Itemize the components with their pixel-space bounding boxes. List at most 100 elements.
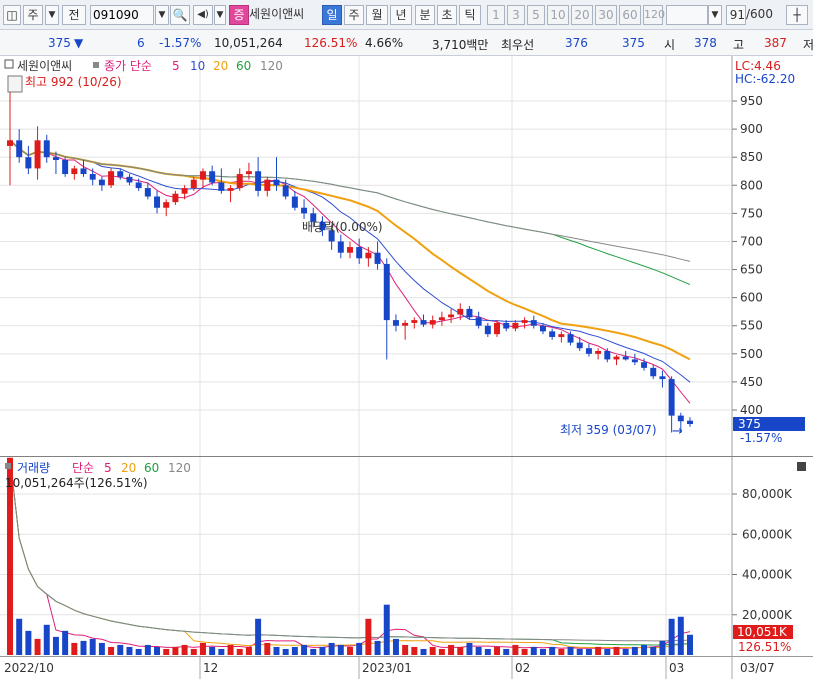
speaker-icon[interactable]: ◀) (193, 5, 213, 25)
volume-bar (52, 636, 59, 655)
candle-body (34, 140, 41, 169)
price-tick-label: 950 (740, 94, 763, 108)
interval-20[interactable]: 20 (571, 5, 593, 25)
stock-code-input[interactable] (90, 5, 154, 25)
interval-10[interactable]: 10 (547, 5, 569, 25)
search-icon[interactable]: 🔍 (170, 5, 190, 25)
dividend-event-label: 배당락(0.00%) (302, 220, 383, 234)
candle-body (154, 196, 161, 208)
x-label-02: 02 (515, 661, 530, 675)
volume-bar (365, 618, 372, 655)
volume-bar (181, 644, 188, 655)
candle-body (494, 322, 501, 335)
volume-tick-label: 60,000K (742, 527, 793, 541)
legend-ma-icon (93, 62, 99, 68)
tab-tick[interactable]: 틱 (459, 5, 481, 25)
interval-5[interactable]: 5 (527, 5, 545, 25)
volume-bar (16, 618, 23, 655)
candle-body (549, 331, 556, 337)
window-icon[interactable]: ◫ (3, 5, 21, 25)
tab-month[interactable]: 월 (366, 5, 388, 25)
volume-value: 10,051,264 (214, 36, 283, 50)
volume-bar (585, 648, 592, 655)
interval-60[interactable]: 60 (619, 5, 641, 25)
market-dropdown-icon[interactable]: ▼ (45, 5, 59, 25)
volume-bar (190, 648, 197, 655)
tab-day[interactable]: 일 (322, 5, 342, 25)
period-select[interactable]: 전 (62, 5, 86, 25)
interval-1[interactable]: 1 (487, 5, 505, 25)
volume-bar (172, 646, 179, 655)
candle-body (392, 320, 399, 326)
candle-body (199, 171, 206, 180)
interval-30[interactable]: 30 (595, 5, 617, 25)
volume-chart-panel[interactable]: 80,000K 60,000K 40,000K 20,000K 거래량 단순 5 20… (0, 456, 813, 657)
candle-body (181, 188, 188, 194)
volume-bar (402, 644, 409, 655)
interval-3[interactable]: 3 (507, 5, 525, 25)
volume-bar (466, 642, 473, 655)
volume-bar (135, 648, 142, 655)
tab-second[interactable]: 초 (437, 5, 457, 25)
stock-chart-window: ◫ 주 ▼ 전 ▼ 🔍 ◀) ▼ 증 세원이앤씨 일 주 월 년 분 초 틱 1… (0, 0, 813, 679)
calendar-icon[interactable] (7, 75, 23, 93)
volume-legend-icon (5, 463, 11, 469)
legend-ma5: 5 (172, 59, 180, 73)
volume-chart[interactable]: 80,000K 60,000K 40,000K 20,000K 거래량 단순 5 20… (0, 457, 813, 657)
stock-code-field[interactable] (91, 6, 153, 24)
candle-body (264, 179, 271, 191)
candle-body (25, 157, 32, 169)
candle-body (613, 356, 620, 360)
direction-icon: ▼ (74, 36, 84, 50)
volume-ratio: 126.51% (304, 36, 358, 50)
volume-bar (374, 640, 381, 655)
interval-120[interactable]: 120 (643, 5, 665, 25)
volume-bar (98, 642, 105, 655)
price-tick-label: 850 (740, 150, 763, 164)
volume-bar (521, 648, 528, 655)
volume-bar (512, 644, 519, 655)
mode-badge[interactable]: 증 (229, 5, 249, 25)
price-tick-label: 650 (740, 263, 763, 277)
tab-week[interactable]: 주 (344, 5, 364, 25)
tab-year[interactable]: 년 (390, 5, 412, 25)
candle-body (484, 325, 491, 335)
low-marker: 최저 359 (03/07) (560, 423, 657, 437)
candle-body (117, 171, 124, 177)
volume-panel-close-icon[interactable] (797, 462, 806, 471)
volume-bar (356, 642, 363, 655)
candle-body (420, 320, 427, 325)
volume-bar (622, 648, 629, 655)
volume-bar (484, 648, 491, 655)
volume-bar (255, 618, 262, 655)
volume-bar (567, 646, 574, 655)
speaker-dropdown-icon[interactable]: ▼ (214, 5, 226, 25)
market-select[interactable]: 주 (23, 5, 43, 25)
price-chart-panel[interactable]: 950 900 850 800 750 700 650 600 550 500 450 400 세원이… (0, 56, 813, 456)
volume-bar (236, 648, 243, 655)
custom-interval-dropdown-icon[interactable]: ▼ (708, 5, 722, 25)
legend-ma10: 10 (190, 59, 205, 73)
candle-body (365, 252, 372, 259)
tab-minute[interactable]: 분 (415, 5, 435, 25)
chart-type-icon[interactable]: ┼ (786, 5, 808, 25)
price-chart[interactable]: 950 900 850 800 750 700 650 600 550 500 450 400 세원이… (0, 56, 813, 456)
x-label-2022-10: 2022/10 (4, 661, 54, 675)
x-label-current-date: 03/07 (740, 661, 775, 675)
custom-interval-input[interactable] (666, 5, 708, 25)
volume-bar (301, 644, 308, 655)
stock-name: 세원이앤씨 (249, 7, 305, 21)
volume-bar (631, 646, 638, 655)
candle-body (16, 140, 23, 158)
candle-body (163, 202, 170, 208)
volume-bar (641, 644, 648, 655)
volume-bar (199, 642, 206, 655)
price-tick-label: 900 (740, 122, 763, 136)
count-input[interactable]: 91 (726, 5, 746, 25)
best-ask-label: 최우선 (501, 38, 535, 52)
code-dropdown-icon[interactable]: ▼ (155, 5, 169, 25)
candle-body (668, 379, 675, 416)
candle-body (255, 171, 262, 191)
candle-body (448, 314, 455, 318)
quote-bar: 375 ▼ 6 -1.57% 10,051,264 126.51% 4.66% … (0, 30, 813, 56)
